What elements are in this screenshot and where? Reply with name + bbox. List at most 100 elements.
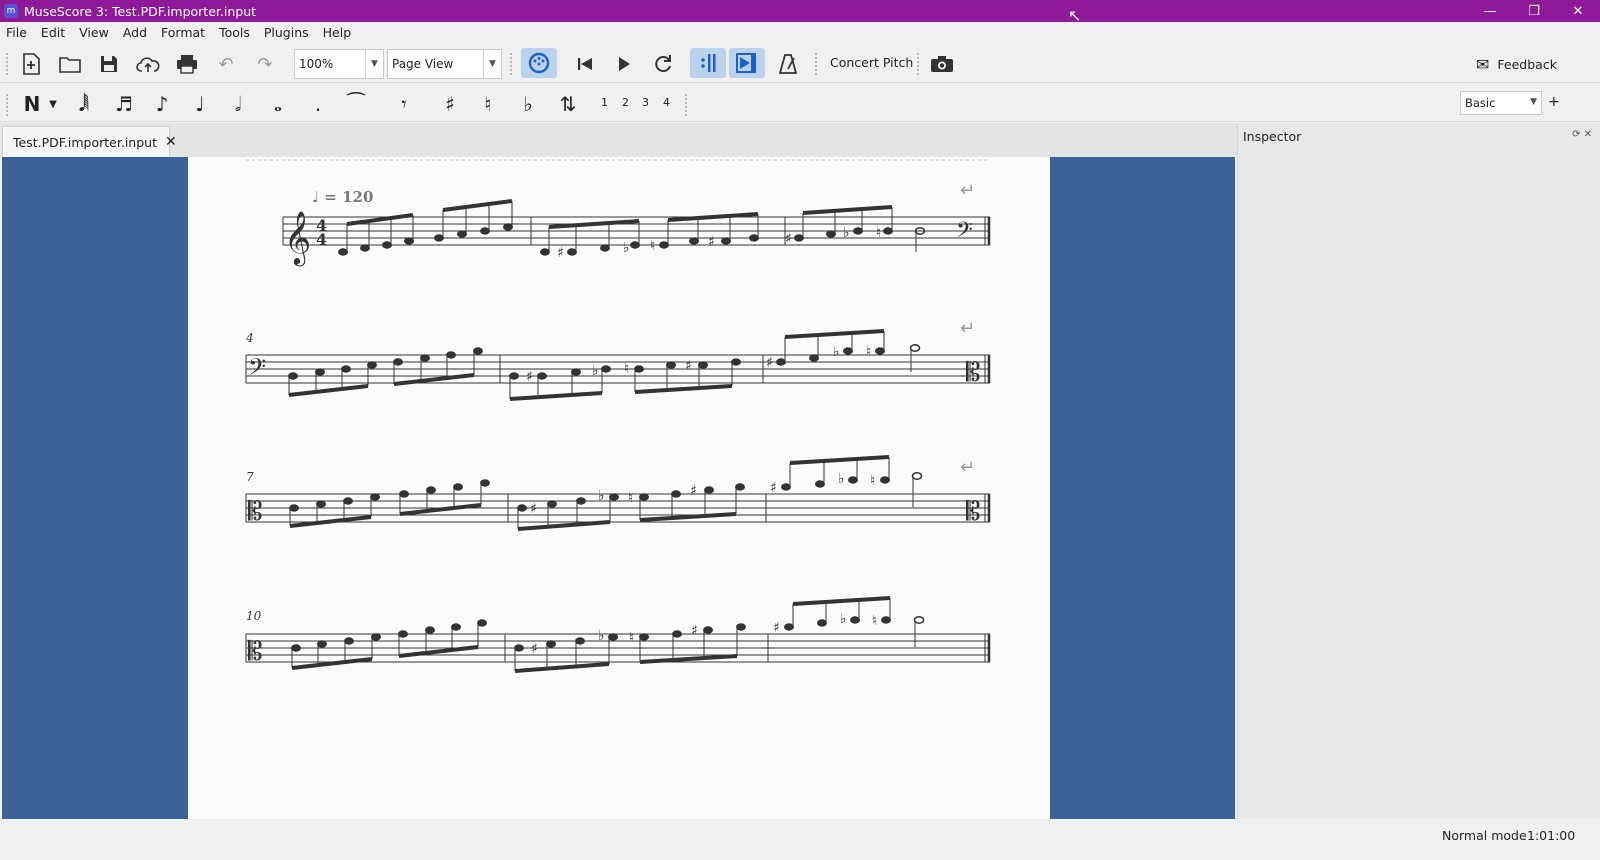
voice-2-button[interactable]: 2 (622, 96, 629, 109)
score-page[interactable]: ♩ = 120 ↵ ↵ ↵ 4 7 10 𝄞 4 4 𝄢 ♯ ♭ ♮ ♯ ♯ ♭… (188, 157, 1050, 819)
flat-icon[interactable]: ♭ (514, 90, 542, 118)
title-bar: m MuseScore 3: Test.PDF.importer.input —… (0, 0, 1600, 22)
notes-system-1 (338, 199, 926, 256)
rest-icon[interactable]: 𝄾 (390, 90, 418, 118)
svg-text:♭: ♭ (598, 628, 605, 644)
svg-text:♮: ♮ (870, 473, 875, 489)
midi-input-icon[interactable] (521, 48, 557, 78)
mode-indicator: Normal mode (1442, 828, 1527, 843)
close-window-button[interactable]: ✕ (1556, 0, 1600, 22)
score-view[interactable]: ♩ = 120 ↵ ↵ ↵ 4 7 10 𝄞 4 4 𝄢 ♯ ♭ ♮ ♯ ♯ ♭… (2, 157, 1235, 819)
close-tab-icon[interactable]: ✕ (165, 134, 177, 150)
minimize-button[interactable]: — (1468, 0, 1512, 22)
notes-system-2 (288, 329, 921, 401)
view-mode-value: Page View (392, 57, 454, 71)
flip-direction-icon[interactable]: ⇅ (554, 90, 582, 118)
menu-edit[interactable]: Edit (41, 25, 65, 40)
zoom-value: 100% (299, 57, 334, 71)
half-note-icon[interactable]: 𝅗𝅥 (224, 90, 252, 118)
whole-note-icon[interactable]: 𝅝 (264, 90, 292, 118)
svg-text:♮: ♮ (866, 344, 871, 360)
undock-icon[interactable]: ⟳ ✕ (1572, 129, 1592, 140)
natural-icon[interactable]: ♮ (474, 90, 502, 118)
open-folder-icon[interactable] (57, 51, 83, 77)
metronome-icon[interactable] (775, 51, 801, 77)
menu-help[interactable]: Help (323, 25, 352, 40)
chevron-down-icon[interactable]: ▼ (1530, 97, 1537, 107)
menu-add[interactable]: Add (123, 25, 147, 40)
system-break-icon: ↵ (960, 180, 975, 201)
musescore-icon: m (4, 4, 18, 18)
workspace-value: Basic (1465, 96, 1496, 110)
svg-text:♭: ♭ (598, 488, 605, 504)
svg-text:♭: ♭ (592, 363, 599, 379)
svg-text:♯: ♯ (785, 231, 792, 247)
measure-number: 10 (246, 609, 262, 623)
menu-plugins[interactable]: Plugins (264, 25, 309, 40)
concert-pitch-toggle[interactable]: Concert Pitch (830, 55, 913, 70)
view-mode-combo[interactable]: Page View ▼ (387, 49, 502, 79)
chevron-down-icon[interactable]: ▼ (483, 50, 501, 78)
toolbar-grip[interactable] (815, 53, 818, 75)
print-icon[interactable] (174, 51, 200, 77)
measure-number: 4 (245, 331, 254, 345)
voice-3-button[interactable]: 3 (642, 96, 649, 109)
voice-1-button[interactable]: 1 (601, 96, 608, 109)
redo-icon[interactable]: ↷ (252, 51, 278, 77)
menu-format[interactable]: Format (161, 25, 205, 40)
tempo-marking: ♩ = 120 (312, 188, 373, 206)
system-break-icon: ↵ (960, 457, 975, 478)
rewind-icon[interactable] (572, 51, 598, 77)
repeat-playback-icon[interactable] (690, 48, 726, 78)
toolbar-grip[interactable] (6, 94, 9, 116)
toolbar-grip[interactable] (510, 53, 513, 75)
menu-view[interactable]: View (79, 25, 109, 40)
toolbar-grip[interactable] (6, 53, 9, 75)
chevron-down-icon[interactable]: ▼ (365, 50, 383, 78)
svg-text:♯: ♯ (691, 623, 698, 639)
pan-score-icon[interactable] (729, 48, 765, 78)
menu-bar: File Edit View Add Format Tools Plugins … (0, 22, 1600, 42)
camera-icon[interactable] (929, 51, 955, 77)
svg-text:♭: ♭ (840, 611, 847, 627)
svg-text:♮: ♮ (872, 613, 877, 629)
menu-tools[interactable]: Tools (219, 25, 250, 40)
menu-file[interactable]: File (6, 25, 27, 40)
undo-icon[interactable]: ↶ (213, 51, 239, 77)
sixtyfourth-note-icon[interactable]: 𝅘𝅥𝅲 (70, 90, 98, 118)
eighth-note-icon[interactable]: ♪ (148, 90, 176, 118)
toolbar-grip[interactable] (685, 94, 688, 116)
file-toolbar: ↶ ↷ 100% ▼ Page View ▼ Concert Pitch ✉ F… (0, 43, 1600, 83)
zoom-combo[interactable]: 100% ▼ (294, 49, 384, 79)
tab-test-pdf-importer[interactable]: Test.PDF.importer.input ✕ (2, 126, 177, 157)
score-notation[interactable]: ♩ = 120 ↵ ↵ ↵ 4 7 10 𝄞 4 4 𝄢 ♯ ♭ ♮ ♯ ♯ ♭… (188, 157, 1050, 819)
note-input-mode-icon[interactable]: N (18, 90, 46, 118)
svg-text:♭: ♭ (833, 344, 840, 360)
alto-clef-icon: 𝄡 (248, 497, 263, 527)
voice-4-button[interactable]: 4 (663, 96, 670, 109)
alto-clef-icon: 𝄡 (966, 358, 981, 388)
save-icon[interactable] (96, 51, 122, 77)
quarter-note-icon[interactable]: ♩ (186, 90, 214, 118)
maximize-button[interactable]: ❐ (1512, 0, 1556, 22)
loop-icon[interactable] (650, 51, 676, 77)
add-workspace-button[interactable]: + (1548, 94, 1560, 110)
chevron-down-icon[interactable]: ▼ (44, 90, 62, 118)
note-input-toolbar: N ▼ 𝅘𝅥𝅲 ♬ ♪ ♩ 𝅗𝅥 𝅝 . ⁀ 𝄾 ♯ ♮ ♭ ⇅ 1 2 3 4… (0, 84, 1600, 122)
document-tab-strip: Test.PDF.importer.input ✕ (0, 123, 1237, 157)
svg-text:♯: ♯ (557, 245, 564, 261)
new-score-icon[interactable] (18, 51, 44, 77)
tie-icon[interactable]: ⁀ (342, 90, 370, 118)
sharp-icon[interactable]: ♯ (436, 90, 464, 118)
workspace-combo[interactable]: Basic ▼ (1460, 91, 1542, 115)
toolbar-grip[interactable] (917, 53, 920, 75)
feedback-button[interactable]: ✉ Feedback (1476, 55, 1557, 74)
inspector-title: Inspector (1243, 129, 1302, 144)
cloud-upload-icon[interactable] (135, 51, 161, 77)
play-icon[interactable] (611, 51, 637, 77)
svg-text:♯: ♯ (530, 501, 537, 517)
sixteenth-note-icon[interactable]: ♬ (110, 90, 138, 118)
svg-text:♭: ♭ (838, 471, 845, 487)
window-controls: — ❐ ✕ (1468, 0, 1600, 22)
augmentation-dot-icon[interactable]: . (304, 90, 332, 118)
